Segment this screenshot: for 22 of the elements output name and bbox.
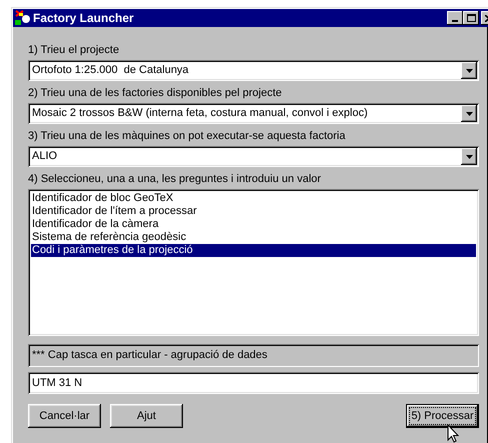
step-label: 3) Trieu una de les màquines on pot executar-se aquesta factoria <box>28 129 346 143</box>
list-item[interactable]: Identificador de bloc GeoTeX <box>31 192 476 205</box>
dropdown[interactable]: ALIO <box>28 146 479 167</box>
window-title: Factory Launcher <box>33 10 134 27</box>
step-label: 1) Trieu el projecte <box>28 43 120 57</box>
list-item[interactable]: Identificador de la càmera <box>31 218 476 231</box>
dialog-button[interactable]: Ajut <box>110 404 183 428</box>
cursor-icon <box>447 424 460 443</box>
maximize-button[interactable] <box>463 11 479 25</box>
step-label: 2) Trieu una de les factories disponibles pel projecte <box>28 86 283 100</box>
list-item[interactable]: Codi i paràmetres de la projecció <box>31 244 476 257</box>
minimize-button[interactable] <box>447 11 463 25</box>
dropdown[interactable]: Ortofoto 1:25.000 de Catalunya <box>28 60 479 81</box>
step-label: 4) Seleccioneu, una a una, les preguntes i introduiu un valor <box>28 172 322 186</box>
dialog-button[interactable]: Cancel·lar <box>28 404 101 428</box>
value-field[interactable]: UTM 31 N <box>28 372 479 394</box>
list-item[interactable]: Identificador de l'ítem a processar <box>31 205 476 218</box>
app-icon <box>15 10 31 26</box>
dropdown[interactable]: Mosaic 2 trossos B&W (interna feta, costura manual, convol i exploc) <box>28 103 479 124</box>
task-description: *** Cap tasca en particular - agrupació de dades <box>28 344 479 367</box>
dialog-button[interactable]: 5) Processar <box>406 404 479 428</box>
list-item[interactable]: Sistema de referència geodèsic <box>31 231 476 244</box>
